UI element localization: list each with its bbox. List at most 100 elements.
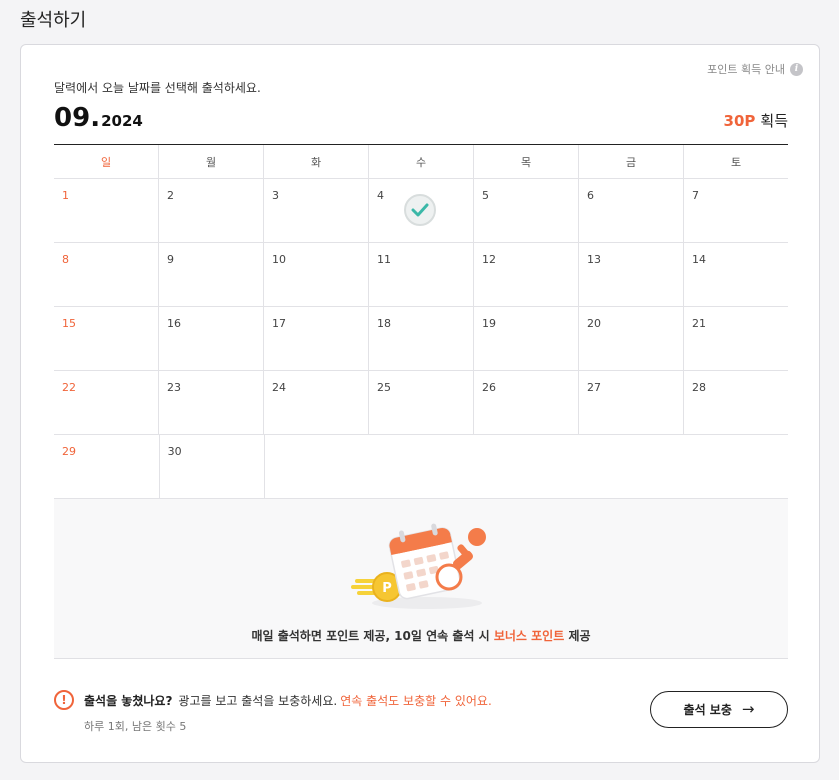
calendar-day-20[interactable]: 20 — [579, 307, 684, 370]
calendar-stamp-illustration: P — [351, 523, 486, 609]
calendar-day-18[interactable]: 18 — [369, 307, 474, 370]
day-number: 27 — [587, 381, 601, 394]
calendar-day-16[interactable]: 16 — [159, 307, 264, 370]
calendar-day-17[interactable]: 17 — [264, 307, 369, 370]
promo-text-before: 매일 출석하면 포인트 제공, 10일 연속 출석 시 — [251, 629, 494, 643]
calendar-day-21[interactable]: 21 — [684, 307, 788, 370]
weekday-mon: 월 — [159, 145, 264, 178]
remaining-count-text: 하루 1회, 남은 횟수 5 — [84, 720, 187, 733]
calendar-empty-cell — [265, 435, 370, 498]
calendar-day-19[interactable]: 19 — [474, 307, 579, 370]
day-number: 30 — [167, 445, 182, 458]
day-number: 7 — [692, 189, 699, 202]
calendar-day-15[interactable]: 15 — [54, 307, 159, 370]
weekday-fri: 금 — [579, 145, 684, 178]
calendar-day-30[interactable]: 30 — [160, 435, 266, 498]
bonus-points-highlight: 보너스 포인트 — [493, 629, 565, 643]
calendar-week: 29 30 — [54, 435, 788, 499]
weekday-sun: 일 — [54, 145, 159, 178]
missed-body: 광고를 보고 출석을 보충하세요. — [178, 694, 338, 708]
check-icon — [404, 194, 436, 226]
arrow-right-icon: → — [741, 700, 755, 718]
attendance-card: 포인트 획득 안내 i 달력에서 오늘 날짜를 선택해 출석하세요. 09 . … — [20, 44, 820, 763]
calendar-empty-cell — [370, 435, 475, 498]
day-number: 17 — [272, 317, 286, 330]
month-number: 09 — [54, 103, 91, 133]
weekday-thu: 목 — [474, 145, 579, 178]
calendar-day-14[interactable]: 14 — [684, 243, 788, 306]
calendar-empty-cell — [579, 435, 684, 498]
day-number: 25 — [377, 381, 391, 394]
day-number: 20 — [587, 317, 601, 330]
points-value: 30P — [723, 112, 756, 130]
calendar-body: 1 2 3 4 5 6 7 8 9 10 11 12 13 14 15 16 17 18 19 20 21 22 23 24 2… — [54, 179, 788, 499]
day-number: 4 — [377, 189, 384, 202]
calendar-day-8[interactable]: 8 — [54, 243, 159, 306]
promo-text: 매일 출석하면 포인트 제공, 10일 연속 출석 시 보너스 포인트 제공 — [54, 627, 788, 644]
calendar-day-27[interactable]: 27 — [579, 371, 684, 434]
weekday-wed: 수 — [369, 145, 474, 178]
calendar-day-22[interactable]: 22 — [54, 371, 159, 434]
day-number: 9 — [167, 253, 174, 266]
calendar-day-11[interactable]: 11 — [369, 243, 474, 306]
weekday-tue: 화 — [264, 145, 369, 178]
day-number: 18 — [377, 317, 391, 330]
day-number: 26 — [482, 381, 496, 394]
year-number: 2024 — [101, 112, 143, 130]
day-number: 6 — [587, 189, 594, 202]
day-number: 21 — [692, 317, 706, 330]
calendar-day-9[interactable]: 9 — [159, 243, 264, 306]
makeup-button-label: 출석 보충 — [683, 703, 732, 717]
calendar-week: 1 2 3 4 5 6 7 — [54, 179, 788, 243]
day-number: 24 — [272, 381, 286, 394]
missed-attendance-notice: ! 출석을 놓쳤나요? 광고를 보고 출석을 보충하세요. 연속 출석도 보충할 수… — [54, 690, 492, 734]
day-number: 14 — [692, 253, 706, 266]
calendar-day-6[interactable]: 6 — [579, 179, 684, 242]
day-number: 13 — [587, 253, 601, 266]
calendar-day-12[interactable]: 12 — [474, 243, 579, 306]
calendar-day-7[interactable]: 7 — [684, 179, 788, 242]
day-number: 5 — [482, 189, 489, 202]
exclamation-icon: ! — [54, 690, 74, 710]
calendar-week: 8 9 10 11 12 13 14 — [54, 243, 788, 307]
day-number: 15 — [62, 317, 76, 330]
points-guide-link[interactable]: 포인트 획득 안내 i — [707, 61, 803, 77]
instruction-text: 달력에서 오늘 날짜를 선택해 출석하세요. — [54, 81, 261, 95]
calendar-day-24[interactable]: 24 — [264, 371, 369, 434]
calendar-empty-cell — [683, 435, 788, 498]
day-number: 16 — [167, 317, 181, 330]
calendar-day-26[interactable]: 26 — [474, 371, 579, 434]
calendar: 일 월 화 수 목 금 토 1 2 3 4 5 6 7 8 9 10 11 12 13 14 15 16 17 1… — [54, 144, 788, 499]
calendar-day-3[interactable]: 3 — [264, 179, 369, 242]
month-header: 09 . 2024 30P 획득 — [54, 103, 788, 133]
info-icon: i — [790, 62, 803, 76]
coin-letter: P — [382, 581, 392, 596]
day-number: 10 — [272, 253, 286, 266]
calendar-day-29[interactable]: 29 — [54, 435, 160, 498]
calendar-day-28[interactable]: 28 — [684, 371, 788, 434]
page-title: 출석하기 — [20, 10, 87, 31]
weekday-header: 일 월 화 수 목 금 토 — [54, 145, 788, 179]
day-number: 1 — [62, 189, 69, 202]
calendar-day-1[interactable]: 1 — [54, 179, 159, 242]
calendar-day-5[interactable]: 5 — [474, 179, 579, 242]
calendar-day-23[interactable]: 23 — [159, 371, 264, 434]
missed-accent: 연속 출석도 보충할 수 있어요. — [340, 694, 492, 708]
calendar-day-10[interactable]: 10 — [264, 243, 369, 306]
promo-text-after: 제공 — [564, 629, 591, 643]
calendar-day-25[interactable]: 25 — [369, 371, 474, 434]
month-label: 09 . 2024 — [54, 103, 143, 133]
calendar-day-2[interactable]: 2 — [159, 179, 264, 242]
points-label: 획득 — [760, 112, 788, 130]
makeup-attendance-button[interactable]: 출석 보충 → — [650, 691, 788, 728]
points-earned: 30P 획득 — [724, 110, 788, 131]
missed-question: 출석을 놓쳤나요? — [84, 694, 173, 708]
day-number: 11 — [377, 253, 391, 266]
day-number: 23 — [167, 381, 181, 394]
day-number: 2 — [167, 189, 174, 202]
calendar-day-13[interactable]: 13 — [579, 243, 684, 306]
day-number: 28 — [692, 381, 706, 394]
calendar-week: 22 23 24 25 26 27 28 — [54, 371, 788, 435]
day-number: 29 — [62, 445, 76, 458]
calendar-day-4[interactable]: 4 — [369, 179, 474, 242]
